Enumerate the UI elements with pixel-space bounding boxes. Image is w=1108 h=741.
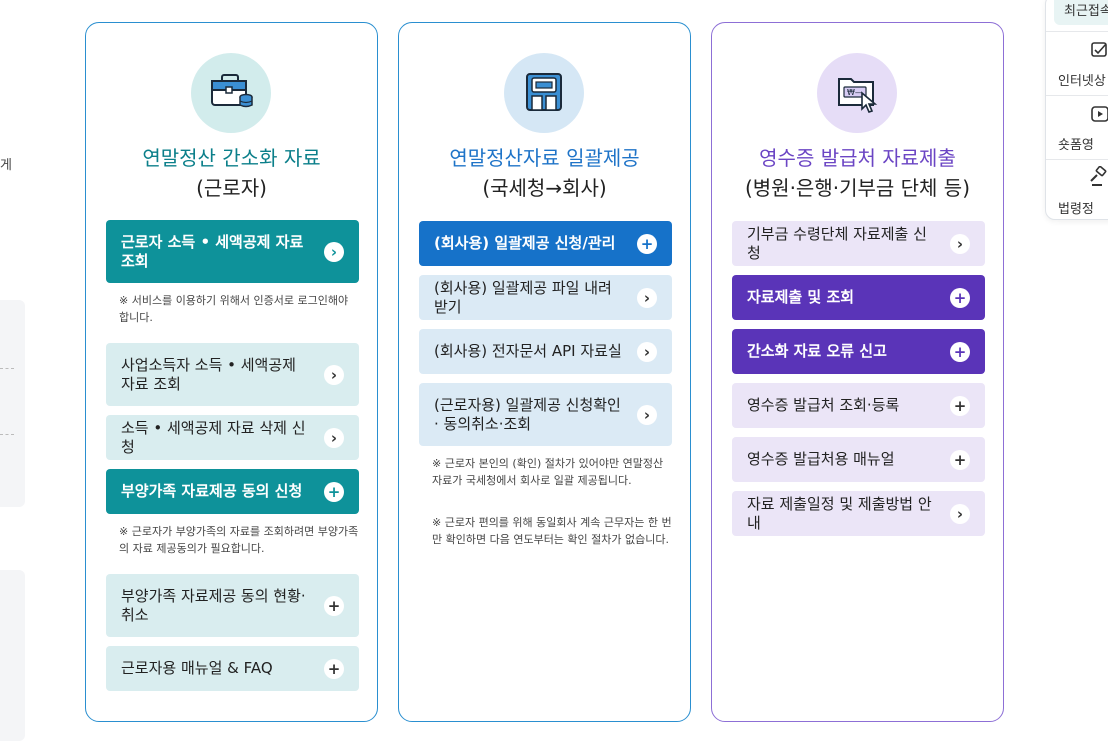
employee-deduction-lookup-button[interactable]: 근로자 소득 • 세액공제 자료 조회 › [106, 220, 359, 283]
chevron-right-icon: › [324, 241, 344, 262]
donation-org-submission-button[interactable]: 기부금 수령단체 자료제출 신청 › [732, 221, 985, 266]
button-label: 영수증 발급처 조회·등록 [747, 396, 900, 414]
dotted-divider [0, 368, 14, 369]
company-bulk-download-button[interactable]: (회사용) 일괄제공 파일 내려받기 › [419, 275, 672, 320]
quick-menu-label: 숏폼영 [1058, 138, 1094, 153]
button-label: 영수증 발급처용 매뉴얼 [747, 450, 895, 468]
card-bulk-provision: 연말정산자료 일괄제공 (국세청→회사) (회사용) 일괄제공 신청/관리 + … [398, 22, 691, 722]
quick-menu-item[interactable]: 법령정 [1046, 159, 1108, 219]
plus-icon: + [324, 595, 344, 616]
button-label: 근로자 소득 • 세액공제 자료 조회 [121, 232, 304, 270]
submission-schedule-guide-button[interactable]: 자료 제출일정 및 제출방법 안내 › [732, 491, 985, 536]
chevron-right-icon: › [950, 233, 970, 254]
login-notice: ※ 서비스를 이용하기 위해서 인증서로 로그인해야 합니다. [119, 294, 349, 324]
quick-menu: 최근접속 인터넷상 숏폼영 법령정 [1045, 0, 1108, 220]
deduction-delete-request-button[interactable]: 소득 • 세액공제 자료 삭제 신청 › [106, 415, 359, 460]
svg-text:₩—: ₩— [847, 88, 863, 97]
employee-bulk-confirm-button[interactable]: (근로자용) 일괄제공 신청확인· 동의취소·조회 › [419, 383, 672, 446]
continuing-employee-notice: ※ 근로자 편의를 위해 동일회사 계속 근무자는 한 번만 확인하면 다음 연… [432, 516, 672, 546]
plus-icon: + [324, 481, 344, 502]
company-bulk-apply-button[interactable]: (회사용) 일괄제공 신청/관리 + [419, 221, 672, 266]
business-income-deduction-lookup-button[interactable]: 사업소득자 소득 • 세액공제 자료 조회 › [106, 343, 359, 406]
card-icon-circle: ₩— [817, 53, 897, 133]
plus-icon: + [950, 341, 970, 362]
dependent-consent-request-button[interactable]: 부양가족 자료제공 동의 신청 + [106, 469, 359, 514]
card-title: 연말정산 간소화 자료 (근로자) [86, 143, 377, 203]
quick-menu-item[interactable]: 인터넷상 [1046, 31, 1108, 95]
button-label: 기부금 수령단체 자료제출 신청 [747, 224, 927, 262]
card-icon-circle [504, 53, 584, 133]
cropped-panel [0, 570, 25, 741]
error-report-button[interactable]: 간소화 자료 오류 신고 + [732, 329, 985, 374]
chevron-right-icon: › [637, 341, 657, 362]
button-label: (회사용) 일괄제공 신청/관리 [434, 234, 616, 252]
button-label: (근로자용) 일괄제공 신청확인· 동의취소·조회 [434, 395, 621, 433]
dependent-notice: ※ 근로자가 부양가족의 자료를 조회하려면 부양가족의 자료 제공동의가 필요… [119, 525, 359, 555]
chevron-right-icon: › [637, 287, 657, 308]
button-label: 부양가족 자료제공 동의 현황·취소 [121, 586, 306, 624]
dependent-consent-status-button[interactable]: 부양가족 자료제공 동의 현황·취소 + [106, 574, 359, 637]
button-label: 자료제출 및 조회 [747, 288, 855, 306]
quick-menu-recent[interactable]: 최근접속 [1054, 0, 1108, 25]
receipt-cursor-icon: ₩— [838, 78, 878, 113]
play-icon [1091, 106, 1108, 122]
card-title-main: 영수증 발급처 자료제출 [759, 146, 956, 170]
button-label: 사업소득자 소득 • 세액공제 자료 조회 [121, 355, 296, 393]
button-label: 근로자용 매뉴얼 & FAQ [121, 659, 273, 677]
card-title: 연말정산자료 일괄제공 (국세청→회사) [399, 143, 690, 203]
card-title-main: 연말정산자료 일괄제공 [449, 146, 640, 170]
chevron-right-icon: › [324, 427, 344, 448]
button-label: 간소화 자료 오류 신고 [747, 342, 887, 360]
card-simplified-data: 연말정산 간소화 자료 (근로자) 근로자 소득 • 세액공제 자료 조회 › … [85, 22, 378, 722]
company-api-library-button[interactable]: (회사용) 전자문서 API 자료실 › [419, 329, 672, 374]
plus-icon: + [637, 233, 657, 254]
card-title: 영수증 발급처 자료제출 (병원·은행·기부금 단체 등) [712, 143, 1003, 203]
issuer-lookup-register-button[interactable]: 영수증 발급처 조회·등록 + [732, 383, 985, 428]
cropped-text: 게 [0, 158, 12, 173]
card-icon-circle [191, 53, 271, 133]
card-title-sub: (근로자) [196, 176, 267, 200]
card-title-sub: (병원·은행·기부금 단체 등) [744, 176, 971, 200]
button-label: 자료 제출일정 및 제출방법 안내 [747, 494, 932, 532]
chevron-right-icon: › [637, 404, 657, 425]
checkbox-icon [1091, 42, 1107, 57]
plus-icon: + [950, 395, 970, 416]
plus-icon: + [324, 658, 344, 679]
quick-menu-item[interactable]: 숏폼영 [1046, 95, 1108, 159]
issuer-manual-button[interactable]: 영수증 발급처용 매뉴얼 + [732, 437, 985, 482]
button-label: (회사용) 일괄제공 파일 내려받기 [434, 278, 612, 316]
button-label: 부양가족 자료제공 동의 신청 [121, 482, 303, 500]
card-title-sub: (국세청→회사) [482, 176, 607, 200]
dotted-divider [0, 434, 14, 435]
gavel-icon [1090, 166, 1107, 186]
chevron-right-icon: › [324, 364, 344, 385]
card-receipt-issuer: ₩— 영수증 발급처 자료제출 (병원·은행·기부금 단체 등) 기부금 수령단… [711, 22, 1004, 722]
building-icon [526, 73, 562, 111]
briefcase-icon [211, 74, 253, 108]
chevron-right-icon: › [950, 503, 970, 524]
button-label: 소득 • 세액공제 자료 삭제 신청 [121, 418, 306, 456]
cropped-panel [0, 300, 25, 507]
data-submit-lookup-button[interactable]: 자료제출 및 조회 + [732, 275, 985, 320]
quick-menu-label: 법령정 [1058, 202, 1094, 217]
plus-icon: + [950, 449, 970, 470]
quick-menu-label: 인터넷상 [1058, 74, 1106, 89]
plus-icon: + [950, 287, 970, 308]
confirmation-notice: ※ 근로자 본인의 (확인) 절차가 있어야만 연말정산 자료가 국세청에서 회… [432, 457, 664, 487]
card-title-main: 연말정산 간소화 자료 [142, 146, 321, 170]
button-label: (회사용) 전자문서 API 자료실 [434, 342, 622, 360]
employee-manual-faq-button[interactable]: 근로자용 매뉴얼 & FAQ + [106, 646, 359, 691]
